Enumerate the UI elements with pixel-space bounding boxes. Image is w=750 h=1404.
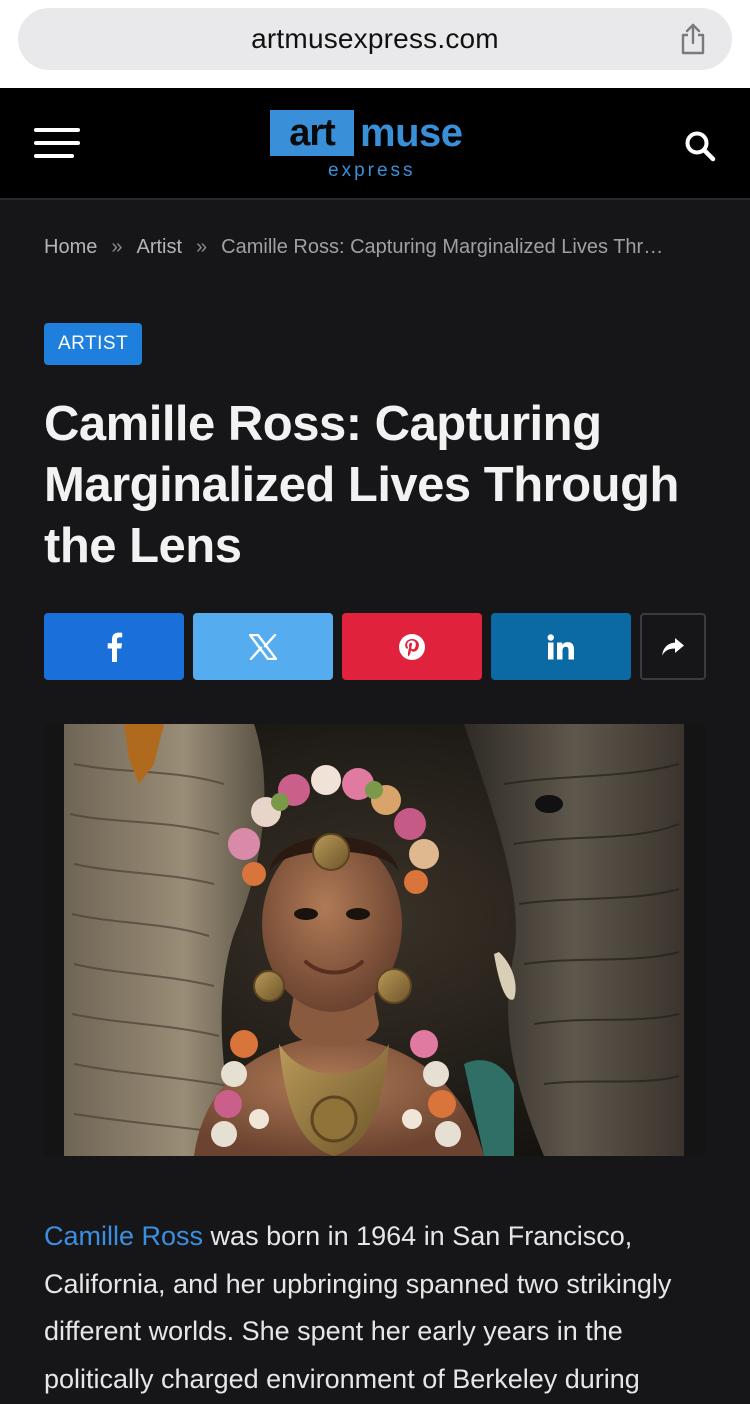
x-icon — [249, 633, 277, 660]
x-share-button[interactable] — [193, 613, 333, 680]
browser-toolbar: artmusexpress.com — [0, 0, 750, 88]
logo-express: express — [328, 160, 416, 181]
address-bar[interactable]: artmusexpress.com — [18, 8, 732, 70]
logo-muse: muse — [360, 111, 463, 155]
share-arrow-icon — [662, 637, 684, 655]
linkedin-share-button[interactable] — [491, 613, 631, 680]
hamburger-icon[interactable] — [34, 128, 82, 162]
site-logo[interactable]: art muse express — [270, 108, 482, 181]
hero-image-illustration — [44, 724, 706, 1156]
article-body: Camille Ross was born in 1964 in San Fra… — [44, 1213, 714, 1403]
breadcrumb-home[interactable]: Home — [44, 236, 97, 258]
facebook-share-button[interactable] — [44, 613, 184, 680]
url-text[interactable]: artmusexpress.com — [18, 8, 732, 70]
linkedin-icon — [547, 633, 574, 659]
breadcrumb-artist[interactable]: Artist — [136, 236, 182, 258]
share-icon[interactable] — [676, 22, 710, 56]
breadcrumb-separator: » — [196, 236, 208, 258]
category-badge[interactable]: ARTIST — [44, 323, 143, 365]
logo-art: art — [270, 110, 354, 156]
hero-image — [44, 724, 706, 1156]
share-buttons — [44, 613, 706, 680]
search-icon[interactable] — [684, 130, 716, 162]
site-header: art muse express — [0, 88, 750, 200]
more-share-button[interactable] — [640, 613, 706, 680]
artist-link[interactable]: Camille Ross — [44, 1221, 203, 1251]
breadcrumb-separator: » — [111, 236, 123, 258]
facebook-icon — [107, 632, 123, 662]
pinterest-icon — [399, 633, 425, 660]
breadcrumb: Home » Artist » Camille Ross: Capturing Marg… — [44, 236, 714, 264]
article-title: Camille Ross: Capturing Marginalized Liv… — [44, 397, 679, 573]
pinterest-share-button[interactable] — [342, 613, 482, 680]
breadcrumb-current: Camille Ross: Capturing Marginalized Liv… — [221, 236, 664, 258]
